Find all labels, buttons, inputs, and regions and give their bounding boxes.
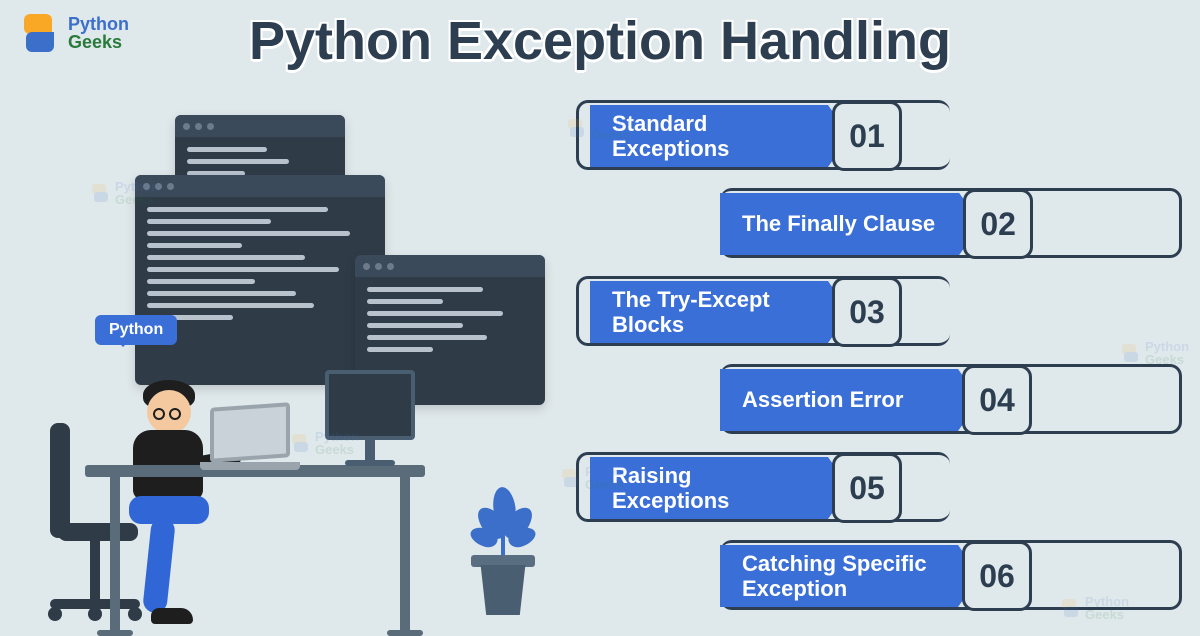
page-title: Python Exception Handling	[249, 10, 951, 72]
topic-label: The Try-Except Blocks	[590, 281, 850, 343]
plant-icon	[475, 565, 531, 615]
brand-logo: Python Geeks	[18, 12, 129, 54]
topic-number: 05	[832, 453, 902, 523]
python-logo-icon	[18, 12, 60, 54]
laptop-icon	[210, 405, 300, 470]
topic-number: 01	[832, 101, 902, 171]
topic-item: The Try-Except Blocks03	[590, 276, 1170, 348]
code-window-main-icon	[135, 175, 385, 385]
brand-text: Python Geeks	[68, 15, 129, 51]
speech-bubble: Python	[95, 315, 177, 345]
topic-number: 04	[962, 365, 1032, 435]
topic-item: Standard Exceptions01	[590, 100, 1170, 172]
brand-bottom: Geeks	[68, 33, 129, 51]
topic-label: The Finally Clause	[720, 193, 981, 255]
topic-label: Assertion Error	[720, 369, 980, 431]
topic-number: 03	[832, 277, 902, 347]
topic-number: 06	[962, 541, 1032, 611]
topic-number: 02	[963, 189, 1033, 259]
topic-item: Assertion Error04	[720, 364, 1170, 436]
topic-label: Standard Exceptions	[590, 105, 850, 167]
developer-illustration: Python	[25, 115, 585, 615]
chair-icon	[50, 423, 70, 538]
topic-item: Raising Exceptions05	[590, 452, 1170, 524]
topic-item: Catching Specific Exception06	[720, 540, 1170, 612]
topic-list: Standard Exceptions01The Finally Clause0…	[590, 100, 1170, 628]
topic-label: Raising Exceptions	[590, 457, 850, 519]
topic-label: Catching Specific Exception	[720, 545, 980, 607]
brand-top: Python	[68, 15, 129, 33]
topic-item: The Finally Clause02	[720, 188, 1170, 260]
monitor-icon	[325, 370, 415, 466]
